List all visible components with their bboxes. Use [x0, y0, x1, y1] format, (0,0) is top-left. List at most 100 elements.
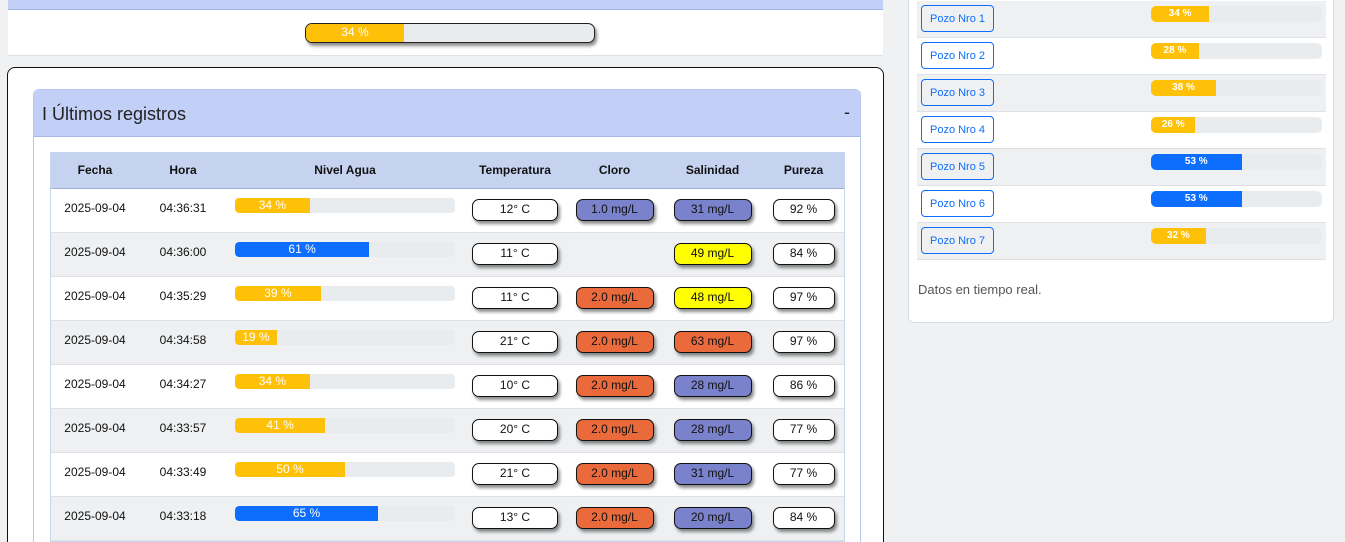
cloro-cell: 2.0 mg/L — [567, 496, 662, 540]
nivel-cell: 19 % — [227, 320, 463, 364]
well-level-fill: 26 % — [1151, 117, 1196, 133]
salinidad-badge: 20 mg/L — [673, 507, 752, 529]
cloro-badge: 2.0 mg/L — [575, 331, 654, 353]
summary-card: 34 % — [8, 0, 883, 56]
cloro-cell — [567, 232, 662, 276]
cloro-cell: 2.0 mg/L — [567, 452, 662, 496]
nivel-progress: 41 % — [235, 418, 455, 433]
well-button[interactable]: Pozo Nro 7 — [921, 227, 994, 254]
well-level-fill: 38 % — [1151, 80, 1216, 96]
well-level-progress: 53 % — [1151, 191, 1322, 207]
nivel-progress-fill: 34 % — [235, 374, 310, 389]
cloro-badge: 2.0 mg/L — [575, 507, 654, 529]
hora-cell: 04:33:57 — [159, 420, 207, 435]
table-row: 2025-09-04 04:35:29 39 % 11° C 2.0 mg/L … — [51, 276, 844, 320]
fecha-cell: 2025-09-04 — [64, 244, 126, 259]
salinidad-cell: 49 mg/L — [662, 232, 763, 276]
nivel-progress: 34 % — [235, 198, 455, 213]
header-fecha: Fecha — [51, 153, 139, 189]
summary-card-header — [8, 0, 883, 10]
well-level-progress: 34 % — [1151, 6, 1322, 22]
pureza-badge: 92 % — [772, 199, 835, 221]
salinidad-badge: 31 mg/L — [673, 463, 752, 485]
overall-level-progress: 34 % — [305, 23, 595, 43]
pureza-cell: 97 % — [763, 320, 844, 364]
nivel-progress: 50 % — [235, 462, 455, 477]
table-header-row: Fecha Hora Nivel Agua Temperatura Cloro … — [51, 153, 844, 189]
salinidad-badge: 31 mg/L — [673, 199, 752, 221]
nivel-progress: 19 % — [235, 330, 455, 345]
well-level-progress: 26 % — [1151, 117, 1322, 133]
salinidad-cell: 20 mg/L — [662, 496, 763, 540]
salinidad-badge: 49 mg/L — [673, 243, 752, 265]
hora-cell: 04:36:31 — [159, 200, 207, 215]
pureza-badge: 97 % — [772, 331, 835, 353]
nivel-progress-fill: 39 % — [235, 286, 321, 301]
wells-list: Pozo Nro 1 34 % Pozo Nro 2 28 % Pozo Nro… — [917, 1, 1326, 260]
nivel-cell: 61 % — [227, 232, 463, 276]
cloro-badge: 2.0 mg/L — [575, 375, 654, 397]
salinidad-cell: 63 mg/L — [662, 320, 763, 364]
well-row: Pozo Nro 4 26 % — [917, 112, 1326, 149]
well-button[interactable]: Pozo Nro 3 — [921, 79, 994, 106]
nivel-cell: 41 % — [227, 408, 463, 452]
cloro-badge: 2.0 mg/L — [575, 463, 654, 485]
nivel-cell: 34 % — [227, 188, 463, 232]
cloro-badge: 2.0 mg/L — [575, 419, 654, 441]
records-card: I Últimos registros - Fecha Hora Nivel A… — [7, 67, 884, 542]
well-button[interactable]: Pozo Nro 2 — [921, 42, 994, 69]
well-button[interactable]: Pozo Nro 1 — [921, 5, 994, 32]
records-panel-header[interactable]: I Últimos registros - — [34, 90, 860, 137]
pureza-badge: 77 % — [772, 419, 835, 441]
cloro-cell: 1.0 mg/L — [567, 188, 662, 232]
salinidad-cell: 48 mg/L — [662, 276, 763, 320]
pureza-cell: 86 % — [763, 364, 844, 408]
well-button[interactable]: Pozo Nro 5 — [921, 153, 994, 180]
nivel-progress-fill: 19 % — [235, 330, 277, 345]
temperatura-cell: 13° C — [463, 496, 567, 540]
temperatura-badge: 21° C — [472, 331, 558, 353]
pureza-cell: 84 % — [763, 496, 844, 540]
header-salinidad: Salinidad — [662, 153, 763, 189]
records-table-body: 2025-09-04 04:36:31 34 % 12° C 1.0 mg/L … — [51, 188, 844, 540]
well-button[interactable]: Pozo Nro 6 — [921, 190, 994, 217]
well-button[interactable]: Pozo Nro 4 — [921, 116, 994, 143]
temperatura-cell: 12° C — [463, 188, 567, 232]
realtime-note: Datos en tiempo real. — [918, 282, 1042, 297]
salinidad-cell: 28 mg/L — [662, 408, 763, 452]
fecha-cell: 2025-09-04 — [64, 420, 126, 435]
cloro-cell: 2.0 mg/L — [567, 408, 662, 452]
temperatura-cell: 11° C — [463, 232, 567, 276]
temperatura-cell: 20° C — [463, 408, 567, 452]
temperatura-badge: 13° C — [472, 507, 558, 529]
header-temperatura: Temperatura — [463, 153, 567, 189]
pureza-badge: 97 % — [772, 287, 835, 309]
records-panel: I Últimos registros - Fecha Hora Nivel A… — [33, 89, 861, 542]
table-row: 2025-09-04 04:34:27 34 % 10° C 2.0 mg/L … — [51, 364, 844, 408]
nivel-progress: 34 % — [235, 374, 455, 389]
well-level-progress: 53 % — [1151, 154, 1322, 170]
temperatura-badge: 12° C — [472, 199, 558, 221]
records-table: Fecha Hora Nivel Agua Temperatura Cloro … — [51, 153, 844, 541]
table-row: 2025-09-04 04:36:31 34 % 12° C 1.0 mg/L … — [51, 188, 844, 232]
temperatura-badge: 11° C — [472, 287, 558, 309]
table-row: 2025-09-04 04:36:00 61 % 11° C 49 mg/L 8… — [51, 232, 844, 276]
pureza-cell: 77 % — [763, 452, 844, 496]
header-nivel-agua: Nivel Agua — [227, 153, 463, 189]
well-row: Pozo Nro 2 28 % — [917, 38, 1326, 75]
temperatura-cell: 10° C — [463, 364, 567, 408]
temperatura-cell: 21° C — [463, 452, 567, 496]
nivel-cell: 34 % — [227, 364, 463, 408]
records-panel-title: I Últimos registros — [42, 104, 187, 124]
well-level-progress: 32 % — [1151, 228, 1322, 244]
salinidad-badge: 63 mg/L — [673, 331, 752, 353]
records-table-container: Fecha Hora Nivel Agua Temperatura Cloro … — [50, 152, 845, 542]
well-row: Pozo Nro 7 32 % — [917, 223, 1326, 260]
salinidad-cell: 31 mg/L — [662, 188, 763, 232]
nivel-progress: 39 % — [235, 286, 455, 301]
nivel-progress-fill: 41 % — [235, 418, 326, 433]
collapse-toggle-button[interactable]: - — [844, 102, 850, 123]
cloro-badge: 1.0 mg/L — [575, 199, 654, 221]
overall-level-fill: 34 % — [306, 24, 404, 42]
temperatura-badge: 11° C — [472, 243, 558, 265]
